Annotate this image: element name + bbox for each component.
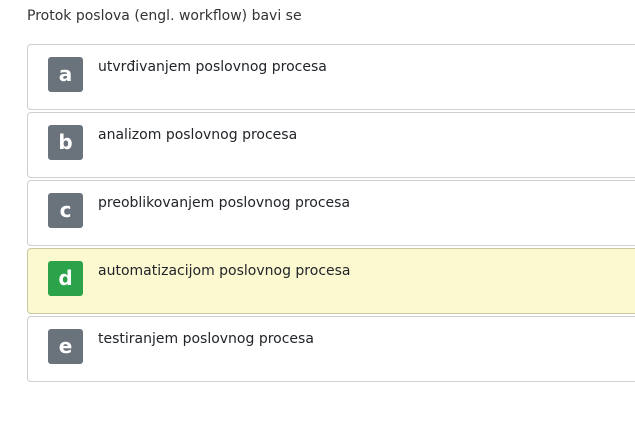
answer-option-d[interactable]: d automatizacijom poslovnog procesa (27, 248, 635, 314)
answer-letter-badge: b (48, 125, 83, 160)
answer-option-e[interactable]: e testiranjem poslovnog procesa (27, 316, 635, 382)
answer-text: utvrđivanjem poslovnog procesa (98, 59, 327, 75)
answer-text: preoblikovanjem poslovnog procesa (98, 195, 351, 211)
answer-letter-badge: d (48, 261, 83, 296)
answer-letter-badge: c (48, 193, 83, 228)
answer-option-a[interactable]: a utvrđivanjem poslovnog procesa (27, 44, 635, 110)
answer-letter-badge: e (48, 329, 83, 364)
answer-text: automatizacijom poslovnog procesa (98, 263, 351, 279)
answer-option-c[interactable]: c preoblikovanjem poslovnog procesa (27, 180, 635, 246)
answer-option-b[interactable]: b analizom poslovnog procesa (27, 112, 635, 178)
answer-text: testiranjem poslovnog procesa (98, 331, 314, 347)
answer-list: a utvrđivanjem poslovnog procesa b anali… (27, 44, 635, 384)
question-text: Protok poslova (engl. workflow) bavi se (27, 8, 302, 24)
answer-letter-badge: a (48, 57, 83, 92)
answer-text: analizom poslovnog procesa (98, 127, 298, 143)
